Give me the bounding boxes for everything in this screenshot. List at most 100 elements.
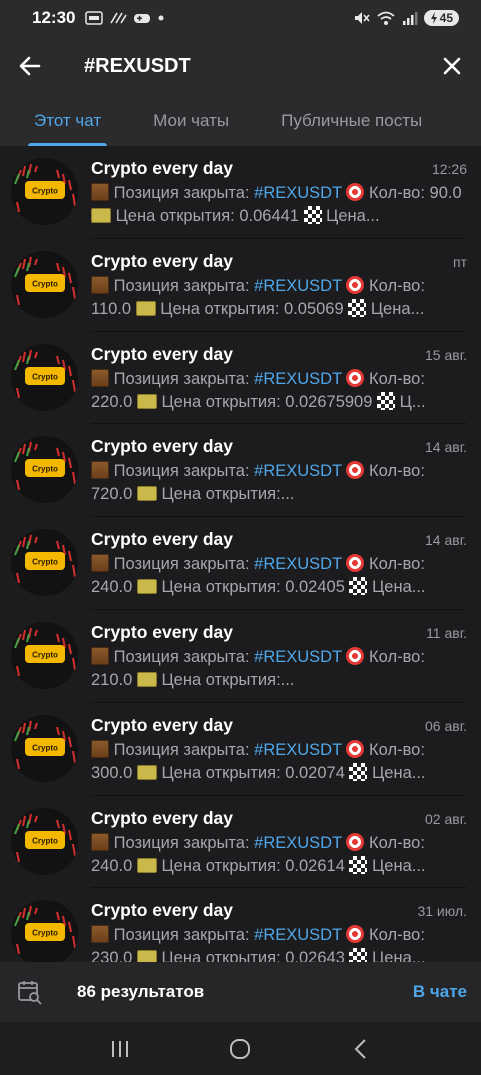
checkered-flag-emoji-icon: [349, 762, 368, 781]
message-tail: Цена...: [367, 856, 426, 875]
search-result-row[interactable]: Crypto Crypto every day 06 авг. Позиция …: [0, 703, 481, 796]
message-tail: Цена...: [367, 763, 426, 782]
message-date: 31 июл.: [417, 903, 467, 920]
avatar: Crypto: [11, 158, 78, 225]
avatar: Crypto: [11, 250, 78, 318]
hashtag-link[interactable]: #REXUSDT: [254, 926, 342, 944]
search-result-row[interactable]: Crypto Crypto every day 02 авг. Позиция …: [0, 796, 481, 889]
tab-public-posts[interactable]: Публичные посты: [281, 96, 422, 146]
svg-text:Crypto: Crypto: [32, 187, 58, 196]
price-label: Цена открытия:: [156, 949, 286, 962]
message-date: 06 авг.: [425, 717, 467, 734]
money-emoji-icon: [136, 950, 157, 962]
qty-label: Кол-во:: [364, 740, 425, 759]
door-emoji-icon: [91, 739, 109, 758]
svg-text:Crypto: Crypto: [32, 279, 58, 288]
hashtag-link[interactable]: #REXUSDT: [254, 370, 342, 388]
notification-app-icon: [85, 11, 104, 25]
message-tail: Цена...: [367, 949, 426, 962]
message-preview: Позиция закрыта: #REXUSDT Кол-во: 240.0 …: [91, 553, 467, 599]
system-nav-bar: [0, 1022, 481, 1075]
hashtag-link[interactable]: #REXUSDT: [254, 555, 342, 573]
avatar: Crypto: [11, 714, 78, 782]
hashtag-link[interactable]: #REXUSDT: [254, 462, 342, 480]
message-prefix: Позиция закрыта:: [113, 184, 255, 202]
search-query[interactable]: #REXUSDT: [84, 55, 427, 78]
svg-text:Crypto: Crypto: [32, 372, 58, 381]
price-label: Цена открытия:: [156, 392, 286, 411]
search-result-row[interactable]: Crypto Crypto every day 31 июл. Позиция …: [0, 888, 481, 962]
search-result-row[interactable]: Crypto Crypto every day 11 авг. Позиция …: [0, 610, 481, 703]
search-result-row[interactable]: Crypto Crypto every day 15 авг. Позиция …: [0, 332, 481, 425]
tab-this-chat[interactable]: Этот чат: [27, 96, 108, 146]
hashtag-link[interactable]: #REXUSDT: [254, 184, 342, 202]
target-emoji-icon: [346, 832, 365, 851]
money-emoji-icon: [91, 208, 111, 223]
money-emoji-icon: [135, 300, 156, 316]
tab-my-chats[interactable]: Мои чаты: [153, 96, 229, 146]
recent-apps-button[interactable]: [100, 1029, 140, 1069]
door-emoji-icon: [91, 275, 109, 294]
qty-value: 110.0: [91, 299, 132, 318]
search-header: #REXUSDT: [0, 36, 481, 96]
message-tail: Цена...: [367, 578, 426, 597]
in-chat-button[interactable]: В чате: [413, 982, 467, 1002]
home-button[interactable]: [220, 1029, 260, 1069]
price-label: Цена открытия:: [156, 578, 286, 597]
qty-value: 240.0: [91, 578, 133, 597]
channel-avatar-graphic: Crypto: [11, 343, 78, 411]
battery-level: 45: [439, 11, 453, 25]
search-result-row[interactable]: Crypto Crypto every day 14 авг. Позиция …: [0, 424, 481, 518]
signal-icon: [402, 10, 418, 26]
message-tail: Цена...: [366, 299, 425, 318]
chat-name: Crypto every day: [91, 529, 234, 550]
chat-name: Crypto every day: [91, 250, 234, 271]
price-value: 0.02643: [285, 949, 345, 962]
chat-name: Crypto every day: [91, 621, 234, 642]
chevron-left-icon: [354, 1038, 366, 1059]
qty-value: 240.0: [91, 856, 133, 875]
hashtag-link[interactable]: #REXUSDT: [254, 277, 342, 295]
price-value: 0.02675909: [285, 392, 373, 411]
chat-name: Crypto every day: [91, 900, 234, 921]
calendar-search-button[interactable]: [0, 962, 60, 1022]
door-emoji-icon: [91, 183, 109, 201]
status-bar: 12:30 45: [0, 0, 481, 36]
search-result-row[interactable]: Crypto Crypto every day 12:26 Позиция за…: [0, 146, 481, 239]
back-button[interactable]: [0, 36, 60, 96]
hashtag-link[interactable]: #REXUSDT: [254, 741, 342, 759]
qty-label: Кол-во:: [364, 647, 425, 666]
close-button[interactable]: [427, 36, 477, 96]
hashtag-link[interactable]: #REXUSDT: [254, 648, 342, 666]
svg-text:Crypto: Crypto: [32, 743, 58, 752]
message-tail: Ц...: [395, 392, 426, 411]
target-emoji-icon: [346, 925, 365, 944]
status-time: 12:30: [32, 8, 76, 27]
system-back-button[interactable]: [341, 1029, 381, 1069]
target-emoji-icon: [346, 461, 365, 480]
svg-text:Crypto: Crypto: [32, 650, 58, 659]
channel-avatar-graphic: Crypto: [11, 436, 78, 504]
price-label: Цена открытия:...: [156, 485, 295, 504]
message-tail: Цена...: [321, 207, 380, 225]
message-prefix: Позиция закрыта:: [113, 462, 255, 481]
hashtag-link[interactable]: #REXUSDT: [254, 834, 342, 852]
search-result-row[interactable]: Crypto Crypto every day пт Позиция закры…: [0, 239, 481, 332]
message-date: 15 авг.: [425, 346, 467, 363]
message-preview: Позиция закрыта: #REXUSDT Кол-во: 110.0 …: [91, 275, 467, 321]
message-prefix: Позиция закрыта:: [113, 555, 255, 574]
search-result-row[interactable]: Crypto Crypto every day 14 авг. Позиция …: [0, 517, 481, 610]
checkered-flag-emoji-icon: [349, 577, 368, 596]
message-preview: Позиция закрыта: #REXUSDT Кол-во: 220.0 …: [91, 368, 467, 414]
svg-text:Crypto: Crypto: [32, 558, 58, 567]
door-emoji-icon: [91, 832, 109, 851]
avatar: Crypto: [11, 900, 78, 962]
price-value: 0.02074: [285, 763, 345, 782]
checkered-flag-emoji-icon: [349, 855, 368, 874]
price-label: Цена открытия:: [156, 856, 286, 875]
avatar: Crypto: [11, 343, 78, 411]
channel-avatar-graphic: Crypto: [11, 158, 78, 225]
target-emoji-icon: [346, 368, 365, 387]
money-emoji-icon: [136, 857, 157, 873]
message-preview: Позиция закрыта: #REXUSDT Кол-во: 300.0 …: [91, 739, 467, 785]
